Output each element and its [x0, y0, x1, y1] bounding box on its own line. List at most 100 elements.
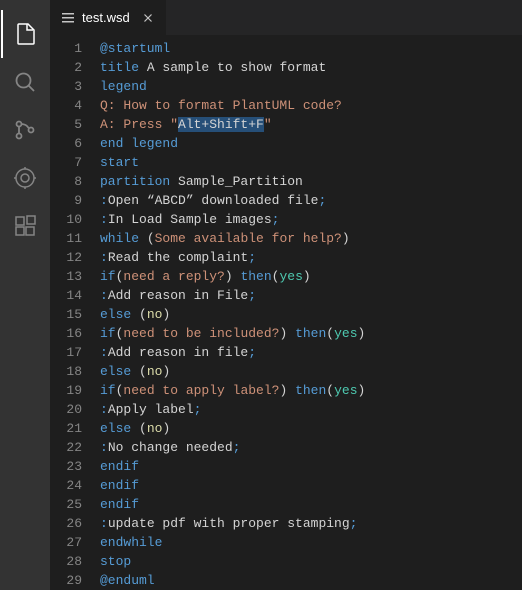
- code-line[interactable]: :In Load Sample images;: [100, 210, 522, 229]
- token: :: [100, 440, 108, 455]
- code-line[interactable]: :Apply label;: [100, 400, 522, 419]
- editor-area[interactable]: 1234567891011121314151617181920212223242…: [50, 35, 522, 590]
- code-line[interactable]: while (Some available for help?): [100, 229, 522, 248]
- code-line[interactable]: legend: [100, 77, 522, 96]
- code-line[interactable]: endwhile: [100, 533, 522, 552]
- code-line[interactable]: endif: [100, 457, 522, 476]
- code-line[interactable]: if(need to apply label?) then(yes): [100, 381, 522, 400]
- code-line[interactable]: @startuml: [100, 39, 522, 58]
- code-line[interactable]: :No change needed;: [100, 438, 522, 457]
- token: (: [326, 383, 334, 398]
- code-line[interactable]: endif: [100, 495, 522, 514]
- token: endif: [100, 459, 139, 474]
- code-line[interactable]: else (no): [100, 305, 522, 324]
- code-line[interactable]: if(need a reply?) then(yes): [100, 267, 522, 286]
- token: stop: [100, 554, 131, 569]
- token: need to be included?: [123, 326, 279, 341]
- code-line[interactable]: :Add reason in file;: [100, 343, 522, 362]
- token: :: [100, 288, 108, 303]
- token: endwhile: [100, 535, 162, 550]
- token: else: [100, 421, 131, 436]
- line-number: 15: [50, 305, 82, 324]
- token: (: [131, 307, 147, 322]
- token: In Load Sample images: [108, 212, 272, 227]
- file-lines-icon: [60, 10, 76, 26]
- debug-icon[interactable]: [1, 154, 49, 202]
- extensions-icon[interactable]: [1, 202, 49, 250]
- token: Sample_Partition: [170, 174, 303, 189]
- line-number: 29: [50, 571, 82, 590]
- token: ;: [272, 212, 280, 227]
- tab-test-wsd[interactable]: test.wsd: [50, 0, 166, 35]
- token: ): [303, 269, 311, 284]
- code-line[interactable]: start: [100, 153, 522, 172]
- token: Some available for help?: [155, 231, 342, 246]
- token: else: [100, 307, 131, 322]
- source-control-icon[interactable]: [1, 106, 49, 154]
- code-line[interactable]: @enduml: [100, 571, 522, 590]
- token: ): [162, 421, 170, 436]
- token: endif: [100, 497, 139, 512]
- tab-filename: test.wsd: [82, 10, 130, 25]
- code-line[interactable]: endif: [100, 476, 522, 495]
- code-line[interactable]: :Open “ABCD” downloaded file;: [100, 191, 522, 210]
- token: ): [358, 326, 366, 341]
- token: (: [131, 364, 147, 379]
- token: yes: [279, 269, 302, 284]
- code-line[interactable]: partition Sample_Partition: [100, 172, 522, 191]
- token: ;: [233, 440, 241, 455]
- token: start: [100, 155, 139, 170]
- close-icon[interactable]: [140, 10, 156, 26]
- token: if: [100, 326, 116, 341]
- token: :: [100, 193, 108, 208]
- token: Alt+Shift+F: [178, 117, 264, 132]
- line-number: 23: [50, 457, 82, 476]
- token: title: [100, 60, 139, 75]
- code-line[interactable]: title A sample to show format: [100, 58, 522, 77]
- token: while: [100, 231, 139, 246]
- code-line[interactable]: :Read the complaint;: [100, 248, 522, 267]
- token: no: [147, 364, 163, 379]
- token: (: [131, 421, 147, 436]
- token: Open “ABCD” downloaded file: [108, 193, 319, 208]
- token: no: [147, 307, 163, 322]
- token: need to apply label?: [123, 383, 279, 398]
- line-number: 9: [50, 191, 82, 210]
- token: if: [100, 383, 116, 398]
- code-content[interactable]: @startumltitle A sample to show formatle…: [100, 39, 522, 590]
- token: partition: [100, 174, 170, 189]
- token: (: [139, 231, 155, 246]
- token: else: [100, 364, 131, 379]
- line-number: 3: [50, 77, 82, 96]
- token: Read the complaint: [108, 250, 248, 265]
- code-line[interactable]: Q: How to format PlantUML code?: [100, 96, 522, 115]
- code-line[interactable]: else (no): [100, 419, 522, 438]
- code-line[interactable]: :Add reason in File;: [100, 286, 522, 305]
- search-icon[interactable]: [1, 58, 49, 106]
- token: ): [162, 307, 170, 322]
- token: ;: [318, 193, 326, 208]
- token: ;: [248, 345, 256, 360]
- line-number: 5: [50, 115, 82, 134]
- code-line[interactable]: if(need to be included?) then(yes): [100, 324, 522, 343]
- line-number: 21: [50, 419, 82, 438]
- token: Add reason in File: [108, 288, 248, 303]
- code-line[interactable]: A: Press "Alt+Shift+F": [100, 115, 522, 134]
- line-number: 25: [50, 495, 82, 514]
- line-number: 27: [50, 533, 82, 552]
- token: ): [279, 383, 295, 398]
- line-number: 14: [50, 286, 82, 305]
- code-line[interactable]: else (no): [100, 362, 522, 381]
- token: Add reason in file: [108, 345, 248, 360]
- code-line[interactable]: end legend: [100, 134, 522, 153]
- code-line[interactable]: stop: [100, 552, 522, 571]
- token: then: [295, 326, 326, 341]
- token: :: [100, 345, 108, 360]
- explorer-icon[interactable]: [1, 10, 49, 58]
- line-number: 1: [50, 39, 82, 58]
- line-number: 20: [50, 400, 82, 419]
- line-number: 10: [50, 210, 82, 229]
- code-line[interactable]: :update pdf with proper stamping;: [100, 514, 522, 533]
- line-number: 17: [50, 343, 82, 362]
- line-number: 11: [50, 229, 82, 248]
